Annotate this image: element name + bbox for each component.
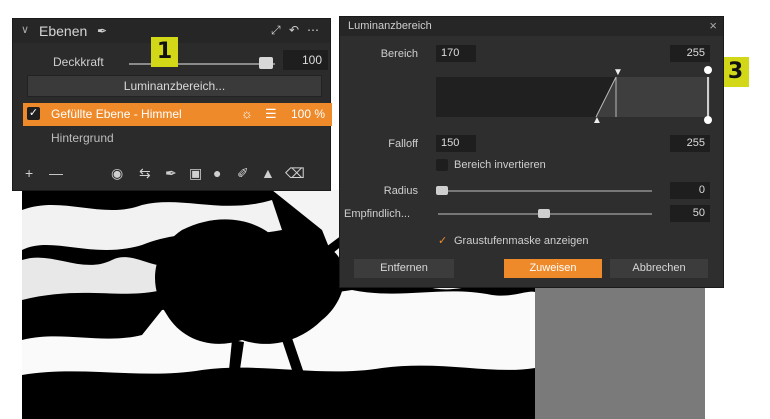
range-low-handle-icon[interactable]: ▼: [613, 67, 623, 78]
layer-row-background[interactable]: Hintergrund: [51, 131, 114, 145]
marker-3: 3: [722, 57, 749, 87]
remove-button[interactable]: Entfernen: [354, 259, 454, 278]
brush-icon[interactable]: ✒: [97, 24, 107, 38]
eraser-icon[interactable]: ⌫: [285, 165, 305, 182]
sensitivity-label: Empfindlich...: [344, 208, 411, 220]
stamp-icon[interactable]: ▲: [261, 165, 275, 181]
luminance-curve-graph[interactable]: [436, 76, 710, 118]
range-high-input[interactable]: 255: [670, 45, 710, 62]
luminance-range-button[interactable]: Luminanzbereich...: [27, 75, 322, 97]
grayscale-mask-checkbox[interactable]: ✓: [438, 234, 447, 247]
brush-icon[interactable]: ✒: [165, 165, 177, 182]
close-icon[interactable]: ×: [709, 18, 717, 33]
sun-icon[interactable]: ☼: [241, 106, 253, 121]
expand-icon[interactable]: ⤢: [271, 23, 281, 38]
falloff-high-handle-icon[interactable]: [704, 116, 712, 124]
luminance-curve[interactable]: [436, 76, 710, 118]
cancel-button[interactable]: Abbrechen: [610, 259, 708, 278]
falloff-low-input[interactable]: 150: [436, 135, 476, 152]
sensitivity-value[interactable]: 50: [670, 205, 710, 222]
range-high-handle-icon[interactable]: [704, 66, 712, 74]
adjustments-icon[interactable]: ☰: [265, 106, 277, 122]
radius-value[interactable]: 0: [670, 182, 710, 199]
pen-icon[interactable]: ✐: [237, 165, 249, 182]
invert-range-checkbox[interactable]: [436, 159, 448, 171]
apply-button[interactable]: Zuweisen: [504, 259, 602, 278]
radius-slider-knob[interactable]: [436, 186, 448, 195]
opacity-slider-knob[interactable]: [259, 57, 273, 69]
falloff-label: Falloff: [388, 138, 418, 150]
layer-row-sky[interactable]: ✓ Gefüllte Ebene - Himmel ☼ ☰ 100 %: [23, 103, 332, 126]
falloff-low-handle-icon[interactable]: ▲: [592, 115, 602, 126]
radial-icon[interactable]: ●: [213, 165, 221, 181]
dialog-title: Luminanzbereich: [348, 20, 432, 32]
remove-icon[interactable]: —: [49, 165, 63, 181]
marker-1: 1: [151, 37, 178, 67]
range-low-input[interactable]: 170: [436, 45, 476, 62]
invert-range-label: Bereich invertieren: [454, 159, 546, 171]
radius-label: Radius: [383, 185, 418, 197]
dialog-titlebar: Luminanzbereich ×: [340, 17, 723, 36]
opacity-label: Deckkraft: [53, 55, 104, 69]
sensitivity-slider-knob[interactable]: [538, 209, 550, 218]
opacity-value[interactable]: 100: [283, 50, 328, 70]
layer-name: Gefüllte Ebene - Himmel: [51, 107, 182, 121]
radius-slider[interactable]: [438, 190, 652, 192]
swap-icon[interactable]: ⇆: [139, 165, 151, 182]
layers-panel-title: Ebenen: [39, 23, 88, 39]
luminance-range-dialog: Luminanzbereich × Bereich 170 255 ▼ ▲ Fa…: [339, 16, 724, 288]
more-icon[interactable]: ⋯: [307, 23, 319, 37]
add-icon[interactable]: +: [25, 165, 33, 181]
falloff-high-input[interactable]: 255: [670, 135, 710, 152]
mask-icon[interactable]: ◉: [111, 165, 123, 182]
layer-visibility-checkbox[interactable]: ✓: [27, 107, 40, 120]
layer-opacity: 100 %: [291, 107, 326, 121]
grayscale-mask-label: Graustufenmaske anzeigen: [454, 235, 589, 247]
range-label: Bereich: [380, 48, 418, 60]
chevron-down-icon[interactable]: ∨: [21, 23, 29, 36]
undo-icon[interactable]: ↶: [289, 23, 299, 37]
gradient-icon[interactable]: ▣: [189, 165, 202, 182]
